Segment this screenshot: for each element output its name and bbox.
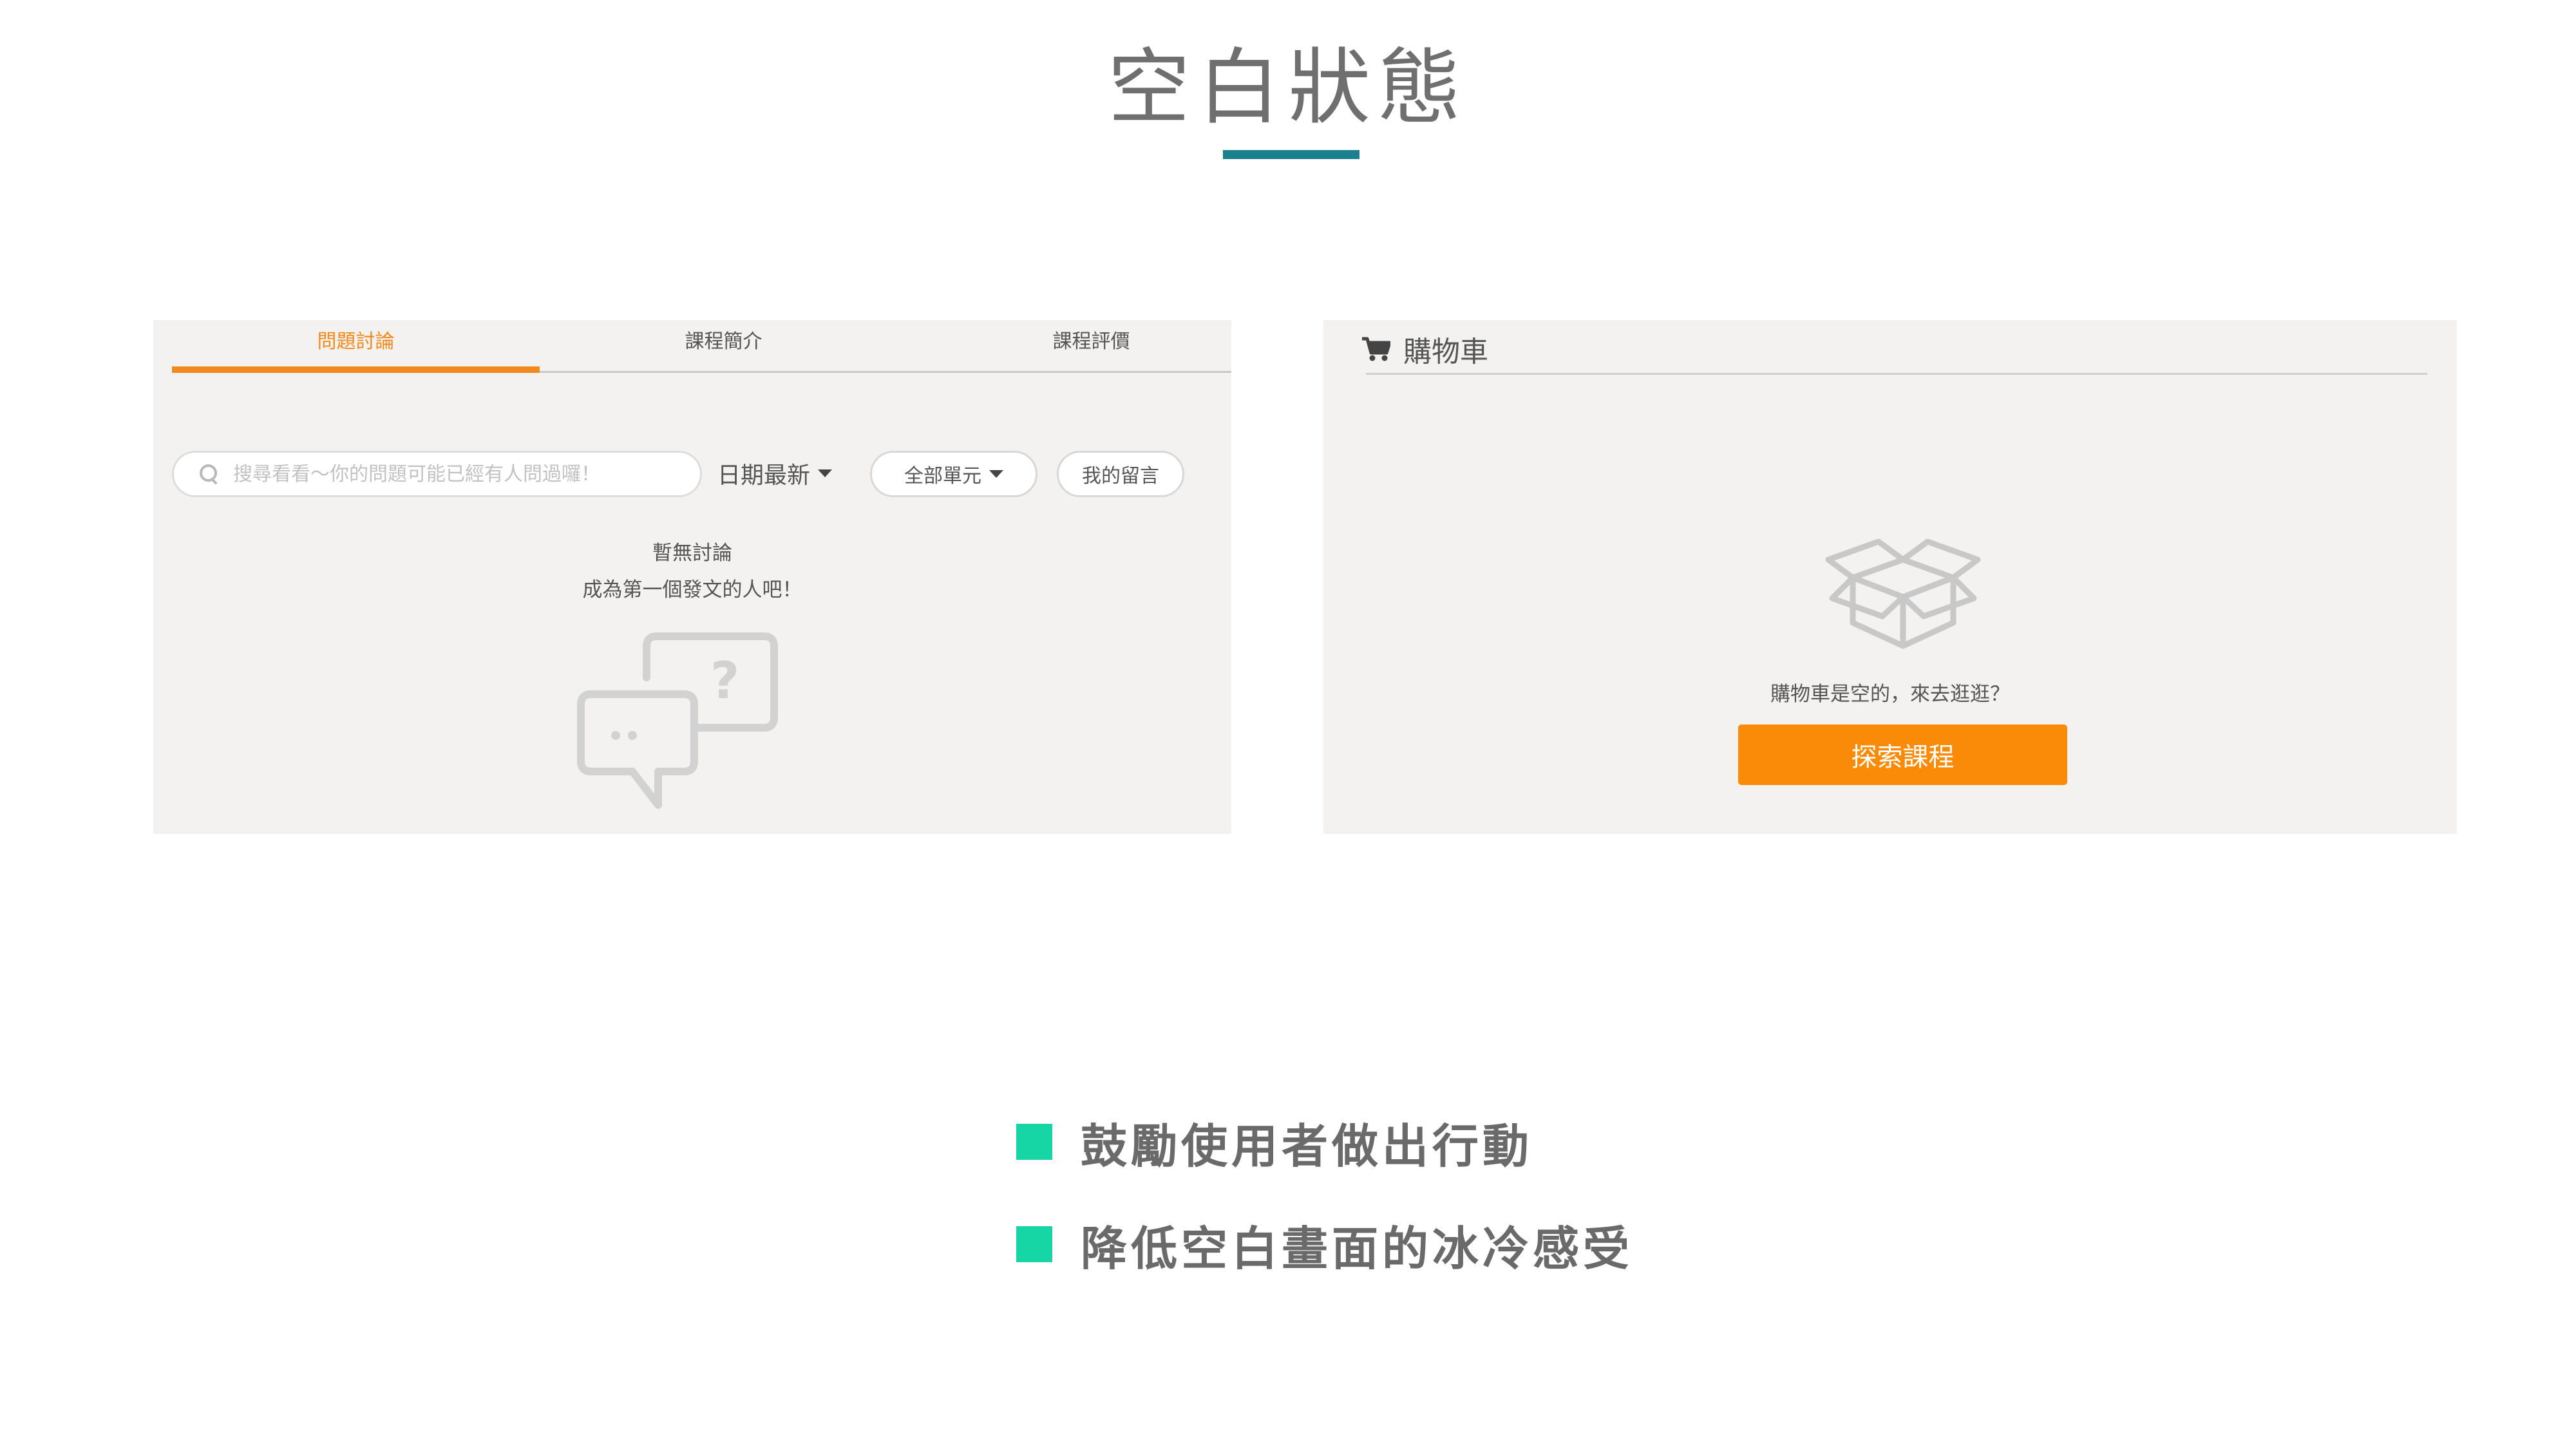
- sort-dropdown[interactable]: 日期最新: [717, 454, 833, 493]
- bullet-square-icon: [1016, 1226, 1052, 1262]
- empty-discussion-subtitle: 成為第一個發文的人吧！: [582, 578, 802, 601]
- shopping-cart-icon: [1362, 337, 1390, 361]
- bullet-item: 降低空白畫面的冰冷感受: [1016, 1212, 1633, 1276]
- bullet-item: 鼓勵使用者做出行動: [1016, 1110, 1533, 1174]
- unit-filter-label: 全部單元: [904, 465, 981, 488]
- search-input[interactable]: [233, 462, 684, 486]
- search-icon: [200, 464, 219, 484]
- svg-text:?: ?: [710, 652, 739, 710]
- explore-courses-button[interactable]: 探索課程: [1738, 724, 2067, 785]
- unit-filter-dropdown[interactable]: 全部單元: [870, 451, 1037, 497]
- title-underline: [1223, 150, 1359, 159]
- cart-divider: [1366, 373, 2427, 375]
- cart-header: 購物車: [1362, 330, 1488, 368]
- bullet-square-icon: [1016, 1124, 1052, 1160]
- tab-discussion[interactable]: 問題討論: [172, 329, 540, 355]
- cart-title: 購物車: [1403, 336, 1488, 368]
- tab-course-intro[interactable]: 課程簡介: [540, 329, 907, 355]
- bullet-text: 鼓勵使用者做出行動: [1081, 1119, 1533, 1173]
- discussion-panel: 問題討論 課程簡介 課程評價 日期最新 全部單元 我的留言 暫無討論 成為第一個…: [153, 320, 1231, 834]
- open-box-icon: [1825, 538, 1981, 649]
- empty-discussion-title: 暫無討論: [652, 542, 732, 565]
- active-tab-indicator: [172, 366, 540, 373]
- bullet-text: 降低空白畫面的冰冷感受: [1081, 1221, 1634, 1276]
- sort-label: 日期最新: [717, 462, 811, 489]
- search-box[interactable]: [172, 451, 702, 497]
- caret-down-icon: [989, 470, 1003, 478]
- chat-question-icon: ?: [577, 632, 778, 809]
- cart-empty-text: 購物車是空的，來去逛逛？: [1770, 683, 2010, 706]
- cart-panel: 購物車 購物車是空的，來去逛逛？ 探索課程: [1323, 320, 2457, 834]
- my-comments-button[interactable]: 我的留言: [1057, 451, 1184, 497]
- caret-down-icon: [818, 469, 833, 477]
- tab-bar: 問題討論 課程簡介 課程評價: [172, 320, 1231, 373]
- page-title: 空白狀態: [1107, 40, 1468, 136]
- my-comments-label: 我的留言: [1082, 465, 1159, 488]
- tab-course-review[interactable]: 課程評價: [907, 329, 1275, 355]
